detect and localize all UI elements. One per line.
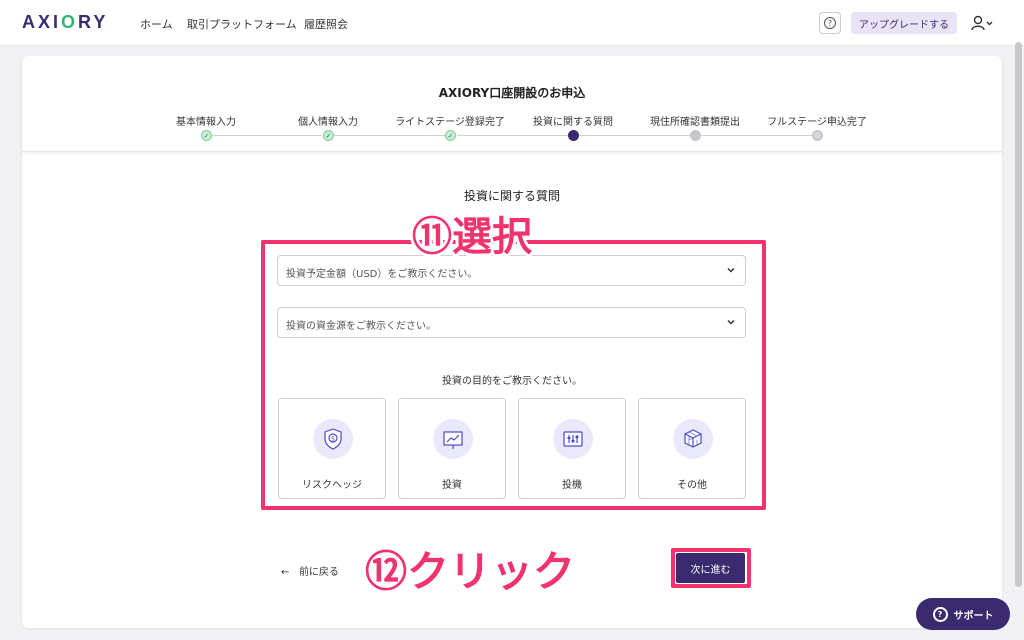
step-label-1: 基本情報入力 <box>176 117 236 128</box>
step-label-4: 投資に関する質問 <box>533 117 613 128</box>
step-pending-dot <box>812 130 823 141</box>
section-title: 投資に関する質問 <box>463 189 560 203</box>
support-button[interactable]: ? サポート <box>916 598 1010 630</box>
step-done-check-icon: ✓ <box>323 130 334 141</box>
question-circle-icon: ? <box>824 17 836 29</box>
step-connector <box>457 135 568 136</box>
arrow-left-icon: ← <box>281 567 290 578</box>
step-label-2: 個人情報入力 <box>298 117 358 128</box>
step-done-check-icon: ✓ <box>445 130 456 141</box>
step-connector <box>334 135 446 136</box>
nav-link-history[interactable]: 履歴照会 <box>304 16 348 32</box>
card-header <box>22 56 1002 152</box>
step-label-6: フルステージ申込完了 <box>767 117 867 128</box>
upgrade-button[interactable]: アップグレードする <box>851 12 957 34</box>
back-label: 前に戻る <box>298 567 339 578</box>
annotation-label-select: ⑪選択 <box>412 214 532 260</box>
back-link[interactable]: ← 前に戻る <box>281 563 339 578</box>
step-done-check-icon: ✓ <box>201 130 212 141</box>
support-label: サポート <box>953 610 994 622</box>
annotation-highlight-box <box>261 240 766 510</box>
step-label-3: ライトステージ登録完了 <box>395 117 505 128</box>
annotation-highlight-box <box>671 548 751 588</box>
annotation-label-click: ⑫クリック <box>365 547 576 596</box>
step-connector <box>579 135 690 136</box>
step-pending-dot <box>690 130 701 141</box>
user-chevron-icon[interactable] <box>970 13 994 33</box>
axiory-logo[interactable]: AXIORY <box>22 12 108 33</box>
step-current-dot <box>568 130 579 141</box>
scrollbar-thumb[interactable] <box>1015 42 1022 587</box>
nav-link-home[interactable]: ホーム <box>140 16 173 32</box>
page-title: AXIORY口座開設のお申込 <box>438 86 586 100</box>
nav-link-platform[interactable]: 取引プラットフォーム <box>187 16 297 32</box>
step-label-5: 現住所確認書類提出 <box>650 117 740 128</box>
help-button[interactable]: ? <box>819 12 841 34</box>
question-circle-icon: ? <box>932 606 948 622</box>
step-connector <box>212 135 322 136</box>
step-connector <box>701 135 813 136</box>
